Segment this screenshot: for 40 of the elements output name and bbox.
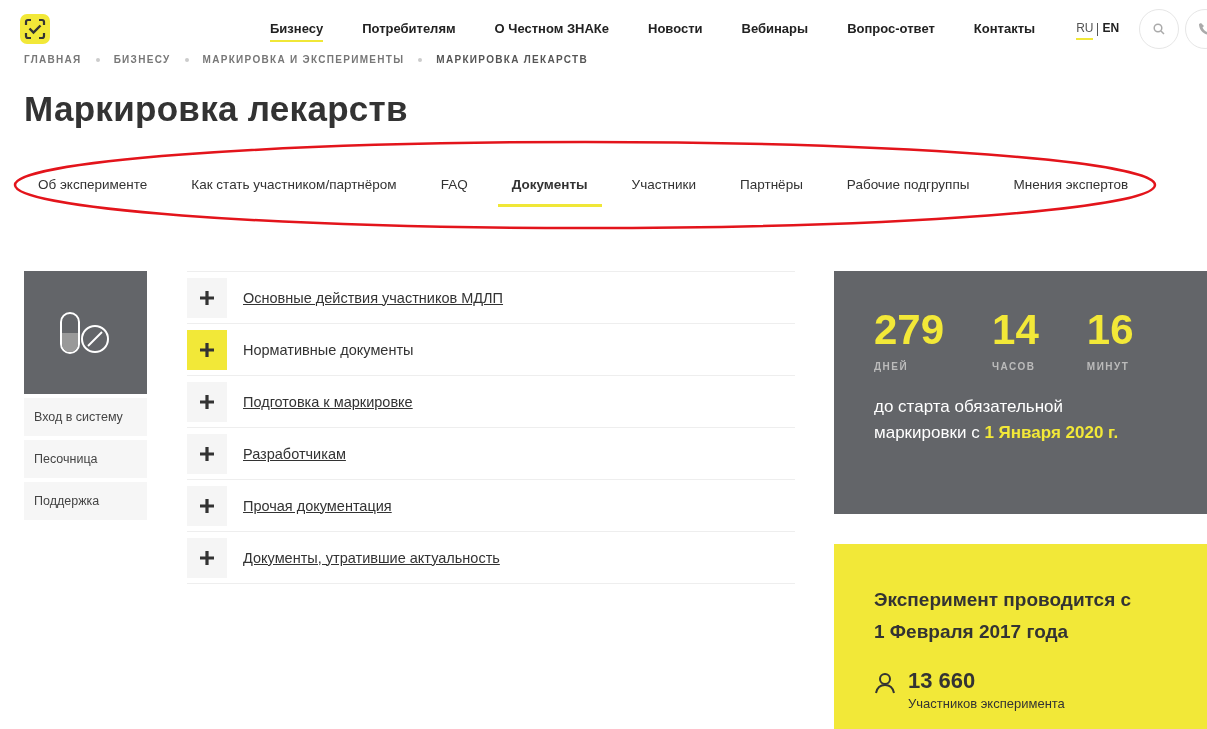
section-tab[interactable]: Документы — [497, 169, 602, 207]
countdown-unit: ЧАСОВ — [992, 361, 1037, 372]
section-tab[interactable]: Участники — [631, 169, 697, 207]
section-tab[interactable]: Мнения экспертов — [1013, 169, 1129, 207]
language-link[interactable]: RU — [1076, 18, 1094, 40]
nav-link[interactable]: Вопрос-ответ — [847, 16, 935, 42]
document-section-link[interactable]: Нормативные документы — [243, 341, 414, 358]
language-link[interactable]: EN — [1102, 18, 1120, 40]
nav-link[interactable]: Бизнесу — [270, 16, 324, 42]
section-tab[interactable]: Об эксперименте — [38, 169, 148, 207]
breadcrumb-link[interactable]: ГЛАВНАЯ — [24, 54, 82, 65]
page-title: Маркировка лекарств — [24, 89, 409, 129]
breadcrumb-link[interactable]: БИЗНЕСУ — [113, 54, 171, 65]
countdown-unit: ДНЕЙ — [874, 361, 910, 372]
document-section-link[interactable]: Разработчикам — [243, 445, 346, 462]
participant-count: 13 660 — [908, 668, 977, 694]
countdown-number: 279 — [874, 309, 945, 351]
document-section-link[interactable]: Подготовка к маркировке — [243, 393, 413, 410]
sidebar-link[interactable]: Вход в систему — [24, 398, 147, 436]
participant-label: Участников эксперимента — [908, 696, 1065, 711]
document-section-link[interactable]: Документы, утратившие актуальность — [243, 549, 500, 566]
document-section-link[interactable]: Основные действия участников МДЛП — [243, 289, 504, 306]
sidebar-link[interactable]: Поддержка — [24, 482, 147, 520]
nav-link[interactable]: Потребителям — [362, 16, 456, 42]
section-tab[interactable]: Партнёры — [740, 169, 803, 207]
nav-link[interactable]: Контакты — [973, 16, 1036, 42]
section-tab[interactable]: Как стать участником/партнёром — [191, 169, 397, 207]
section-tab[interactable]: Рабочие подгруппы — [846, 169, 970, 207]
countdown-unit: МИНУТ — [1086, 361, 1131, 372]
document-section-link[interactable]: Прочая документация — [243, 497, 392, 514]
countdown-number: 14 — [992, 309, 1039, 351]
section-tab[interactable]: FAQ — [440, 169, 468, 207]
sidebar-link[interactable]: Песочница — [24, 440, 147, 478]
nav-link[interactable]: Вебинары — [741, 16, 809, 42]
nav-link[interactable]: О Честном ЗНАКе — [494, 16, 610, 42]
breadcrumb-link[interactable]: МАРКИРОВКА И ЭКСПЕРИМЕНТЫ — [202, 54, 405, 65]
countdown-number: 16 — [1086, 309, 1134, 351]
nav-link[interactable]: Новости — [648, 16, 703, 42]
experiment-title: Эксперимент проводится с 1 Февраля 2017 года — [874, 588, 1133, 644]
countdown-text: до старта обязательной маркировки с 1 Января 2020 г. — [874, 396, 1120, 444]
